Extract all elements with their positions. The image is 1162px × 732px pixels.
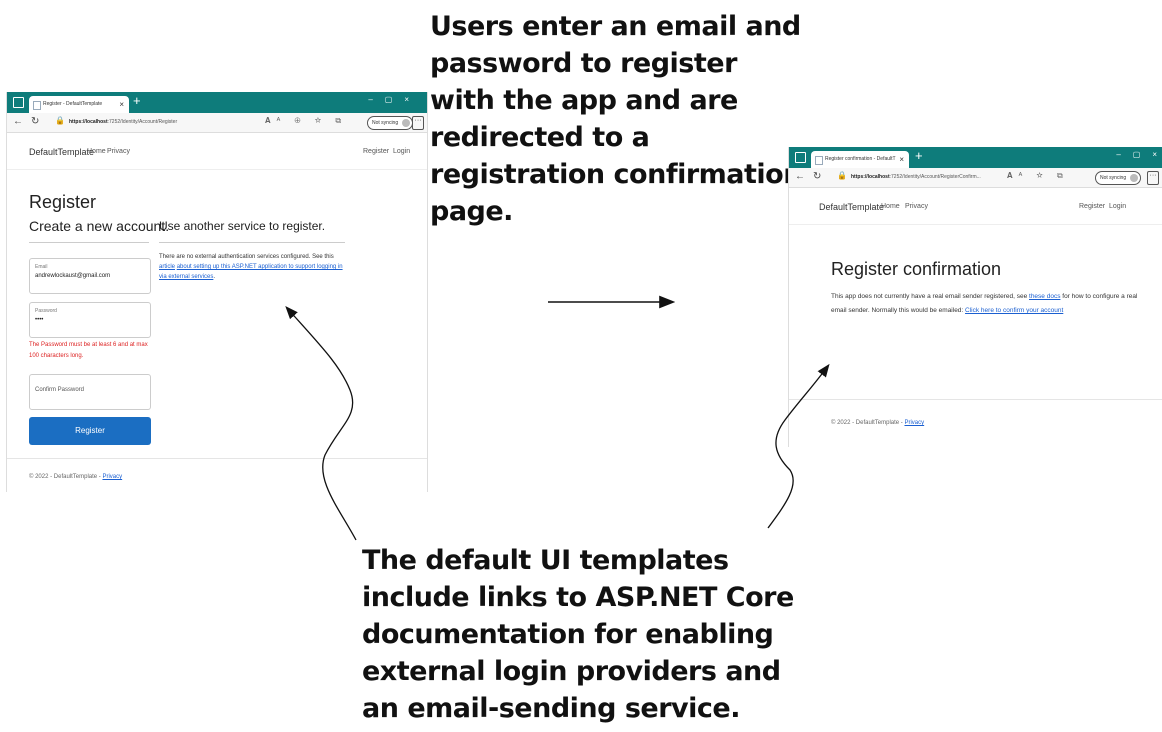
site-navbar: DefaultTemplate Home Privacy Register Lo… — [789, 188, 1162, 225]
footer-privacy-link[interactable]: Privacy — [904, 420, 924, 426]
sync-button[interactable]: Not syncing — [1095, 171, 1142, 185]
brand-link[interactable]: DefaultTemplate — [29, 147, 94, 157]
browser-tab[interactable]: Register - DefaultTemplate × — [29, 96, 129, 113]
external-heading: Use another service to register. — [159, 219, 326, 233]
confirmation-browser-window: Register confirmation - DefaultT × + –▢×… — [788, 147, 1162, 447]
confirm-password-label: Confirm Password — [35, 387, 85, 393]
sync-label: Not syncing — [1100, 175, 1127, 181]
nav-register[interactable]: Register — [363, 148, 389, 155]
back-icon[interactable]: ← — [13, 116, 23, 127]
read-aloud-icon[interactable]: 𝐀ᴬ ⊕ ☆ ⧉ — [265, 116, 347, 126]
address-bar: ← ↻ 🔒 https://localhost:7252/Identity/Ac… — [7, 113, 427, 133]
footer-divider — [7, 458, 427, 459]
sync-button[interactable]: Not syncing — [367, 116, 414, 130]
article-link[interactable]: article — [159, 264, 175, 270]
email-value: andrewlockaust@gmail.com — [35, 273, 111, 279]
refresh-icon[interactable]: ↻ — [813, 171, 821, 182]
divider — [29, 242, 149, 243]
url-field[interactable]: https://localhost:7252/Identity/Account/… — [69, 116, 249, 129]
avatar-icon — [402, 119, 411, 127]
external-text-start: There are no external authentication ser… — [159, 254, 334, 260]
bottom-callout-text: The default UI templates include links t… — [362, 545, 794, 724]
url-path: :7252/Identity/Account/RegisterConfirm..… — [889, 174, 981, 180]
more-icon[interactable]: ··· — [412, 116, 424, 130]
title-bar: Register confirmation - DefaultT × + –▢× — [789, 147, 1162, 168]
window-icon[interactable] — [13, 97, 24, 108]
read-aloud-icon[interactable]: 𝐀ᴬ ☆ ⧉ — [1007, 171, 1069, 181]
footer-privacy-link[interactable]: Privacy — [102, 474, 122, 480]
confirm-account-link[interactable]: Click here to confirm your account — [965, 307, 1063, 314]
nav-login[interactable]: Login — [393, 148, 410, 155]
divider — [159, 242, 345, 243]
site-navbar: DefaultTemplate Home Privacy Register Lo… — [7, 133, 427, 170]
refresh-icon[interactable]: ↻ — [31, 116, 39, 127]
register-browser-window: Register - DefaultTemplate × + –▢× ← ↻ 🔒… — [6, 92, 428, 492]
confirmation-text-part1: This app does not currently have a real … — [831, 293, 1028, 300]
email-field[interactable]: Email andrewlockaust@gmail.com — [29, 258, 151, 294]
lock-icon: 🔒 — [837, 171, 847, 180]
page-subtitle: Create a new account. — [29, 218, 170, 234]
window-icon[interactable] — [795, 152, 806, 163]
page-title: Register confirmation — [831, 259, 1002, 279]
confirmation-text: This app does not currently have a real … — [831, 290, 1141, 318]
nav-login[interactable]: Login — [1109, 203, 1126, 210]
window-controls[interactable]: –▢× — [1116, 150, 1162, 159]
url-host: https://localhost — [851, 174, 890, 180]
footer: © 2022 - DefaultTemplate - Privacy — [29, 474, 122, 480]
close-tab-icon[interactable]: × — [899, 151, 904, 168]
back-icon[interactable]: ← — [795, 171, 805, 182]
window-controls[interactable]: –▢× — [368, 95, 421, 104]
url-field[interactable]: https://localhost:7252/Identity/Account/… — [851, 171, 1001, 184]
browser-tab[interactable]: Register confirmation - DefaultT × — [811, 151, 909, 168]
footer-text: © 2022 - DefaultTemplate - — [29, 474, 101, 480]
password-error: The Password must be at least 6 and at m… — [29, 342, 148, 359]
nav-home[interactable]: Home — [881, 203, 900, 210]
url-path: :7252/Identity/Account/Register — [107, 119, 178, 125]
brand-link[interactable]: DefaultTemplate — [819, 202, 884, 212]
tab-title: Register confirmation - DefaultT — [825, 156, 896, 162]
sync-label: Not syncing — [372, 120, 399, 126]
email-label: Email — [35, 264, 48, 270]
url-host: https://localhost — [69, 119, 108, 125]
external-login-docs-link[interactable]: about setting up this ASP.NET applicatio… — [159, 264, 343, 280]
nav-privacy[interactable]: Privacy — [107, 148, 130, 155]
external-text: There are no external authentication ser… — [159, 252, 349, 282]
confirm-password-field[interactable]: Confirm Password — [29, 374, 151, 410]
address-bar: ← ↻ 🔒 https://localhost:7252/Identity/Ac… — [789, 168, 1162, 188]
lock-icon: 🔒 — [55, 116, 65, 125]
title-bar: Register - DefaultTemplate × + –▢× — [7, 92, 427, 113]
password-value: •••• — [35, 317, 44, 323]
external-text-end: . — [213, 274, 216, 280]
nav-home[interactable]: Home — [87, 148, 106, 155]
footer-divider — [789, 399, 1162, 400]
close-tab-icon[interactable]: × — [119, 96, 124, 113]
password-field[interactable]: Password •••• — [29, 302, 151, 338]
favicon — [815, 156, 823, 165]
page-title: Register — [29, 192, 97, 212]
footer-text: © 2022 - DefaultTemplate - — [831, 420, 903, 426]
top-callout-text: Users enter an email and password to reg… — [430, 11, 802, 227]
register-button[interactable]: Register — [29, 417, 151, 445]
email-docs-link[interactable]: these docs — [1029, 293, 1060, 300]
avatar-icon — [1130, 174, 1139, 182]
password-label: Password — [35, 308, 57, 314]
nav-privacy[interactable]: Privacy — [905, 203, 928, 210]
footer: © 2022 - DefaultTemplate - Privacy — [831, 420, 924, 426]
favicon — [33, 101, 41, 110]
nav-register[interactable]: Register — [1079, 203, 1105, 210]
new-tab-icon[interactable]: + — [133, 93, 141, 108]
new-tab-icon[interactable]: + — [915, 148, 923, 163]
more-icon[interactable]: ··· — [1147, 171, 1159, 185]
tab-title: Register - DefaultTemplate — [43, 101, 103, 107]
